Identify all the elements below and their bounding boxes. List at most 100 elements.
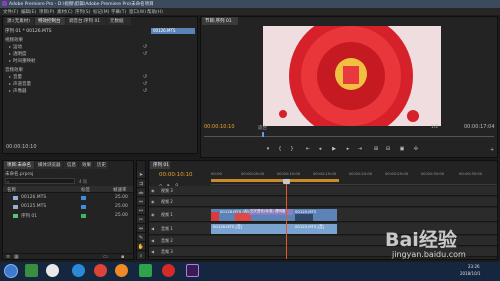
menu-help[interactable]: 帮助(H) [147, 9, 163, 15]
list-item[interactable]: 00125.MTS 25.00 [3, 203, 133, 211]
playhead-marker[interactable] [262, 132, 264, 137]
taskbar-app-ie-icon[interactable] [72, 264, 85, 277]
lift-icon[interactable]: ⊞ [373, 147, 379, 152]
reset-icon[interactable]: ↺ [143, 74, 147, 80]
razor-tool-icon[interactable]: ✂ [137, 216, 145, 224]
list-item[interactable]: 00126.MTS 25.00 [3, 194, 133, 202]
work-area-bar[interactable] [211, 179, 339, 182]
step-back-icon[interactable]: ⇤ [305, 147, 311, 152]
clip-audio-00126[interactable]: 00126.MTS [音] [211, 224, 293, 234]
hand-tool-icon[interactable]: ✋ [137, 243, 145, 251]
fit-dropdown[interactable]: 适合 [258, 125, 267, 131]
taskbar-app-browser-icon[interactable] [25, 264, 38, 277]
tab-metadata[interactable]: 元数据 [107, 17, 131, 25]
playhead-line[interactable] [286, 179, 287, 259]
effect-volume[interactable]: 音量 [9, 74, 22, 80]
resolution-dropdown[interactable]: 1/2 [431, 125, 438, 130]
effect-opacity[interactable]: 透明度 [9, 51, 27, 57]
expand-icon[interactable] [9, 45, 11, 48]
slip-tool-icon[interactable]: ⇹ [137, 225, 145, 233]
start-button[interactable] [4, 264, 18, 278]
menu-window[interactable]: 窗口(W) [129, 9, 146, 15]
taskbar-app-chrome-icon[interactable] [94, 264, 107, 277]
menu-sequence[interactable]: 序列(S) [75, 9, 90, 15]
column-label[interactable]: 标签 [81, 187, 90, 193]
play-icon[interactable]: ▶ [331, 147, 337, 152]
expand-icon[interactable] [9, 59, 11, 62]
camera-icon[interactable]: ▣ [399, 147, 405, 152]
track-video-3[interactable]: ◉ 视频 3 [149, 186, 497, 196]
step-forward-icon[interactable]: ⇥ [357, 147, 363, 152]
tab-info[interactable]: 信息 [64, 161, 78, 169]
effect-channel-volume[interactable]: 声道音量 [9, 81, 31, 87]
tab-effect-controls[interactable]: 特效控制台 [35, 17, 65, 25]
expand-icon[interactable] [9, 82, 11, 85]
effect-controls-timecode[interactable]: 00:00:10:10 [6, 144, 37, 150]
timeline-timecode[interactable]: 00:00:10:10 [159, 172, 193, 178]
pen-tool-icon[interactable]: ✎ [137, 234, 145, 242]
speaker-icon[interactable]: ◀ [151, 238, 154, 243]
effect-motion[interactable]: 运动 [9, 44, 22, 50]
zoom-tool-icon[interactable]: ⌕ [137, 252, 145, 260]
menu-marker[interactable]: 标记(M) [93, 9, 109, 15]
mark-out-icon[interactable]: { [277, 147, 283, 152]
tab-project[interactable]: 项目:未命名 [4, 161, 34, 169]
new-bin-icon[interactable]: ▭ [103, 254, 108, 260]
tab-history[interactable]: 历史 [94, 161, 108, 169]
eye-icon[interactable]: ◉ [151, 212, 155, 217]
speaker-icon[interactable]: ◀ [151, 226, 154, 231]
settings-icon[interactable]: ✣ [413, 147, 419, 152]
column-frame-rate[interactable]: 帧速率 [113, 187, 127, 193]
clip-audio-00125[interactable]: 00125.MTS [音] [293, 224, 337, 234]
effect-panner[interactable]: 声像器 [9, 88, 27, 94]
taskbar-app-player-icon[interactable] [139, 264, 152, 277]
program-scrubber[interactable] [204, 132, 494, 137]
tab-audio-mixer[interactable]: 调音台:序列 01 [66, 17, 106, 25]
taskbar-app-recorder-icon[interactable] [162, 264, 175, 277]
eye-icon[interactable]: ◉ [151, 188, 155, 193]
track-video-2[interactable]: ◉ 视频 2 [149, 197, 497, 207]
ripple-edit-tool-icon[interactable]: ⟚ [137, 189, 145, 197]
expand-icon[interactable] [9, 75, 11, 78]
rewind-icon[interactable]: ◂ [317, 147, 323, 152]
tab-source[interactable]: 源:(无素材) [4, 17, 34, 25]
clip-tag[interactable]: 00126.MTS [151, 28, 195, 34]
menu-title[interactable]: 字幕(T) [111, 9, 126, 15]
taskbar-app-premiere-icon[interactable] [186, 264, 199, 277]
time-ruler[interactable]: 00:00 00:00:05:00 00:00:10:00 00:00:15:0… [211, 171, 497, 185]
clip-video-00125[interactable]: 00125.MTS [293, 209, 337, 221]
menu-project[interactable]: 项目(P) [39, 9, 54, 15]
tab-sequence[interactable]: 序列 01 [150, 161, 170, 169]
list-item[interactable]: 序列 01 25.00 [3, 212, 133, 220]
go-to-in-icon[interactable]: } [289, 147, 295, 152]
track-select-tool-icon[interactable]: ⇉ [137, 180, 145, 188]
forward-icon[interactable]: ▸ [345, 147, 351, 152]
selection-tool-icon[interactable]: ➤ [137, 171, 145, 179]
menu-edit[interactable]: 编辑(E) [21, 9, 36, 15]
taskbar-app-firefox-icon[interactable] [115, 264, 128, 277]
tab-program[interactable]: 节目:序列 01 [202, 17, 238, 25]
reset-icon[interactable]: ↺ [143, 51, 147, 57]
extract-icon[interactable]: ⊟ [385, 147, 391, 152]
icon-view-icon[interactable]: ▦ [14, 254, 19, 260]
column-name[interactable]: 名称 [7, 187, 16, 193]
program-timecode[interactable]: 00:00:10:10 [204, 124, 235, 130]
project-search-input[interactable]: ⌕ [5, 178, 75, 184]
delete-icon[interactable]: ▪ [121, 254, 124, 260]
tab-media-browser[interactable]: 媒体浏览器 [35, 161, 63, 169]
rate-stretch-tool-icon[interactable]: ↔ [137, 207, 145, 215]
track-video-1[interactable]: ◉ 视频 1 00126.MTS [视] 交叉叠化(标准) 透明度 00125.… [149, 208, 497, 222]
expand-icon[interactable] [9, 52, 11, 55]
mark-in-icon[interactable]: ▾ [265, 147, 271, 152]
menu-clip[interactable]: 素材(C) [57, 9, 73, 15]
reset-icon[interactable]: ↺ [143, 88, 147, 94]
rolling-edit-tool-icon[interactable]: ⇔ [137, 198, 145, 206]
add-button-icon[interactable]: + [490, 147, 494, 153]
eye-icon[interactable]: ◉ [151, 199, 155, 204]
effect-time-remap[interactable]: 时间重映射 [9, 58, 36, 64]
menu-file[interactable]: 文件(F) [3, 9, 18, 15]
playhead-handle[interactable] [283, 179, 290, 184]
reset-icon[interactable]: ↺ [143, 44, 147, 50]
taskbar-app-qq-icon[interactable] [46, 264, 59, 277]
tab-effects[interactable]: 效果 [79, 161, 93, 169]
